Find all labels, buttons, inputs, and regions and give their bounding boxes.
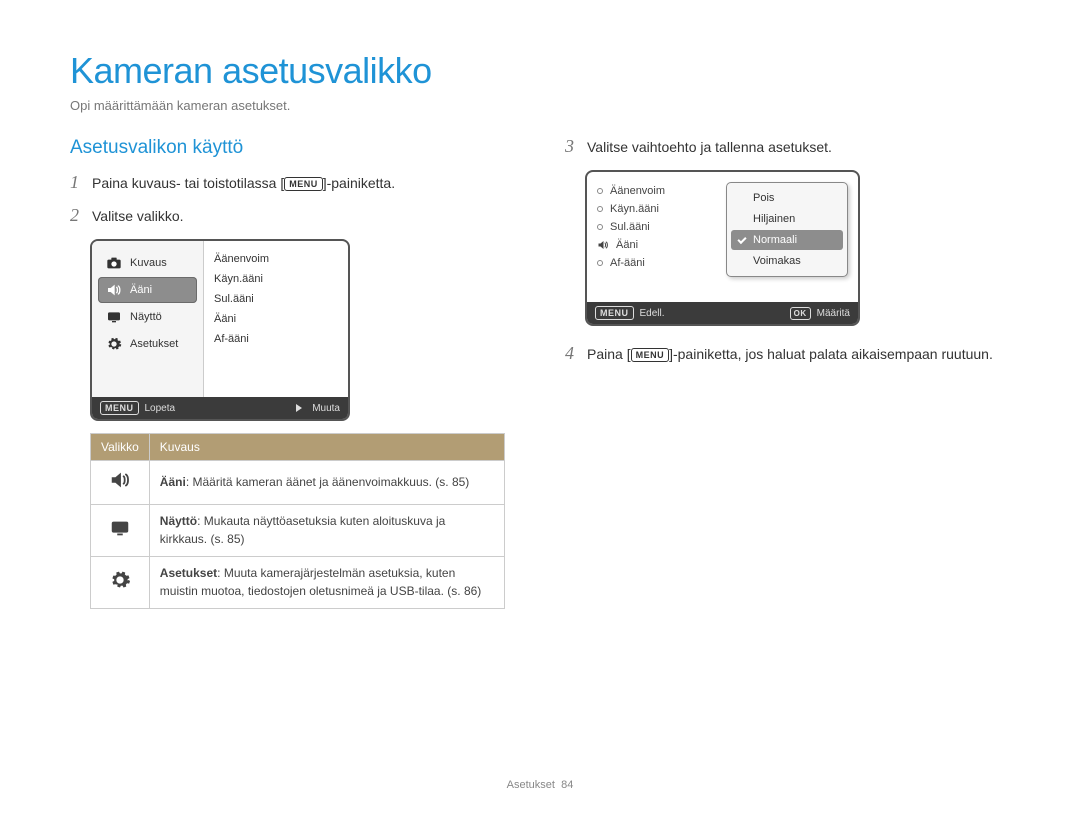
display-icon xyxy=(106,309,122,325)
list-item: Äänenvoim xyxy=(210,249,342,269)
footer-right-label: Määritä xyxy=(817,308,850,319)
bullet-icon xyxy=(597,224,603,230)
table-row: Näyttö: Mukauta näyttöasetuksia kuten al… xyxy=(91,505,505,557)
sidebar-item-asetukset: Asetukset xyxy=(98,331,197,357)
screenshot-footer: MENU Edell. OK Määritä xyxy=(587,302,858,324)
menu-description-table: Valikko Kuvaus Ääni: Määritä kameran ään… xyxy=(90,433,505,609)
footer-left-label: Edell. xyxy=(640,308,665,319)
option-item: Voimakas xyxy=(731,251,843,271)
section-heading: Asetusvalikon käyttö xyxy=(70,137,515,159)
step-number: 3 xyxy=(565,137,579,157)
footer-left-label: Lopeta xyxy=(145,403,176,414)
gear-icon xyxy=(106,336,122,352)
step-text: Valitse valikko. xyxy=(92,206,515,227)
sound-icon xyxy=(597,239,609,251)
option-item-selected: Normaali xyxy=(731,230,843,250)
step-number: 1 xyxy=(70,173,84,193)
settings-list: Äänenvoim Käyn.ääni Sul.ääni Ääni Af-ään… xyxy=(587,172,705,302)
page-footer: Asetukset 84 xyxy=(0,779,1080,791)
step-1: 1 Paina kuvaus- tai toistotilassa [MENU]… xyxy=(70,173,515,194)
step-3: 3 Valitse vaihtoehto ja tallenna asetuks… xyxy=(565,137,1010,158)
bullet-icon xyxy=(597,260,603,266)
list-item: Af-ääni xyxy=(595,254,699,272)
step-4: 4 Paina [MENU]-painiketta, jos haluat pa… xyxy=(565,344,1010,365)
option-item: Pois xyxy=(731,188,843,208)
sound-icon xyxy=(109,469,131,491)
step-text: Valitse vaihtoehto ja tallenna asetukset… xyxy=(587,137,1010,158)
step-text: Paina kuvaus- tai toistotilassa [MENU]-p… xyxy=(92,173,515,194)
bullet-icon xyxy=(597,188,603,194)
ok-icon: OK xyxy=(790,307,811,320)
step-number: 2 xyxy=(70,206,84,226)
list-item: Ääni xyxy=(595,236,699,254)
list-item: Käyn.ääni xyxy=(210,269,342,289)
menu-icon: MENU xyxy=(595,306,634,320)
display-icon xyxy=(109,517,131,539)
camera-icon xyxy=(106,255,122,271)
step-2: 2 Valitse valikko. xyxy=(70,206,515,227)
table-header: Valikko xyxy=(91,434,150,461)
option-item: Hiljainen xyxy=(731,209,843,229)
option-popup: Pois Hiljainen Normaali Voimakas xyxy=(726,182,848,277)
list-item: Sul.ääni xyxy=(595,218,699,236)
bullet-icon xyxy=(597,206,603,212)
step-text: Paina [MENU]-painiketta, jos haluat pala… xyxy=(587,344,1010,365)
sound-icon xyxy=(106,282,122,298)
list-item: Käyn.ääni xyxy=(595,200,699,218)
step-number: 4 xyxy=(565,344,579,364)
page-title: Kameran asetusvalikko xyxy=(70,50,1010,92)
table-row: Ääni: Määritä kameran äänet ja äänenvoim… xyxy=(91,461,505,505)
sidebar-item-naytto: Näyttö xyxy=(98,304,197,330)
gear-icon xyxy=(109,569,131,591)
menu-icon: MENU xyxy=(284,177,323,191)
footer-right-label: Muuta xyxy=(312,403,340,414)
menu-sidebar: Kuvaus Ääni Näyttö Asetukset xyxy=(92,241,204,397)
camera-screenshot: Äänenvoim Käyn.ääni Sul.ääni Ääni Af-ään… xyxy=(585,170,860,326)
table-header: Kuvaus xyxy=(149,434,504,461)
table-row: Asetukset: Muuta kamerajärjestelmän aset… xyxy=(91,557,505,609)
list-item: Sul.ääni xyxy=(210,289,342,309)
camera-screenshot: Kuvaus Ääni Näyttö Asetukset xyxy=(90,239,350,421)
menu-icon: MENU xyxy=(100,401,139,415)
check-icon xyxy=(737,235,747,245)
list-item: Af-ääni xyxy=(210,329,342,349)
menu-icon: MENU xyxy=(631,348,670,362)
menu-detail-list: Äänenvoim Käyn.ääni Sul.ääni Ääni Af-ään… xyxy=(204,241,348,397)
screenshot-footer: MENU Lopeta Muuta xyxy=(92,397,348,419)
sidebar-item-kuvaus: Kuvaus xyxy=(98,250,197,276)
sidebar-item-aani: Ääni xyxy=(98,277,197,303)
page-subtitle: Opi määrittämään kameran asetukset. xyxy=(70,98,1010,113)
triangle-right-icon xyxy=(296,404,302,412)
list-item: Äänenvoim xyxy=(595,182,699,200)
list-item: Ääni xyxy=(210,309,342,329)
